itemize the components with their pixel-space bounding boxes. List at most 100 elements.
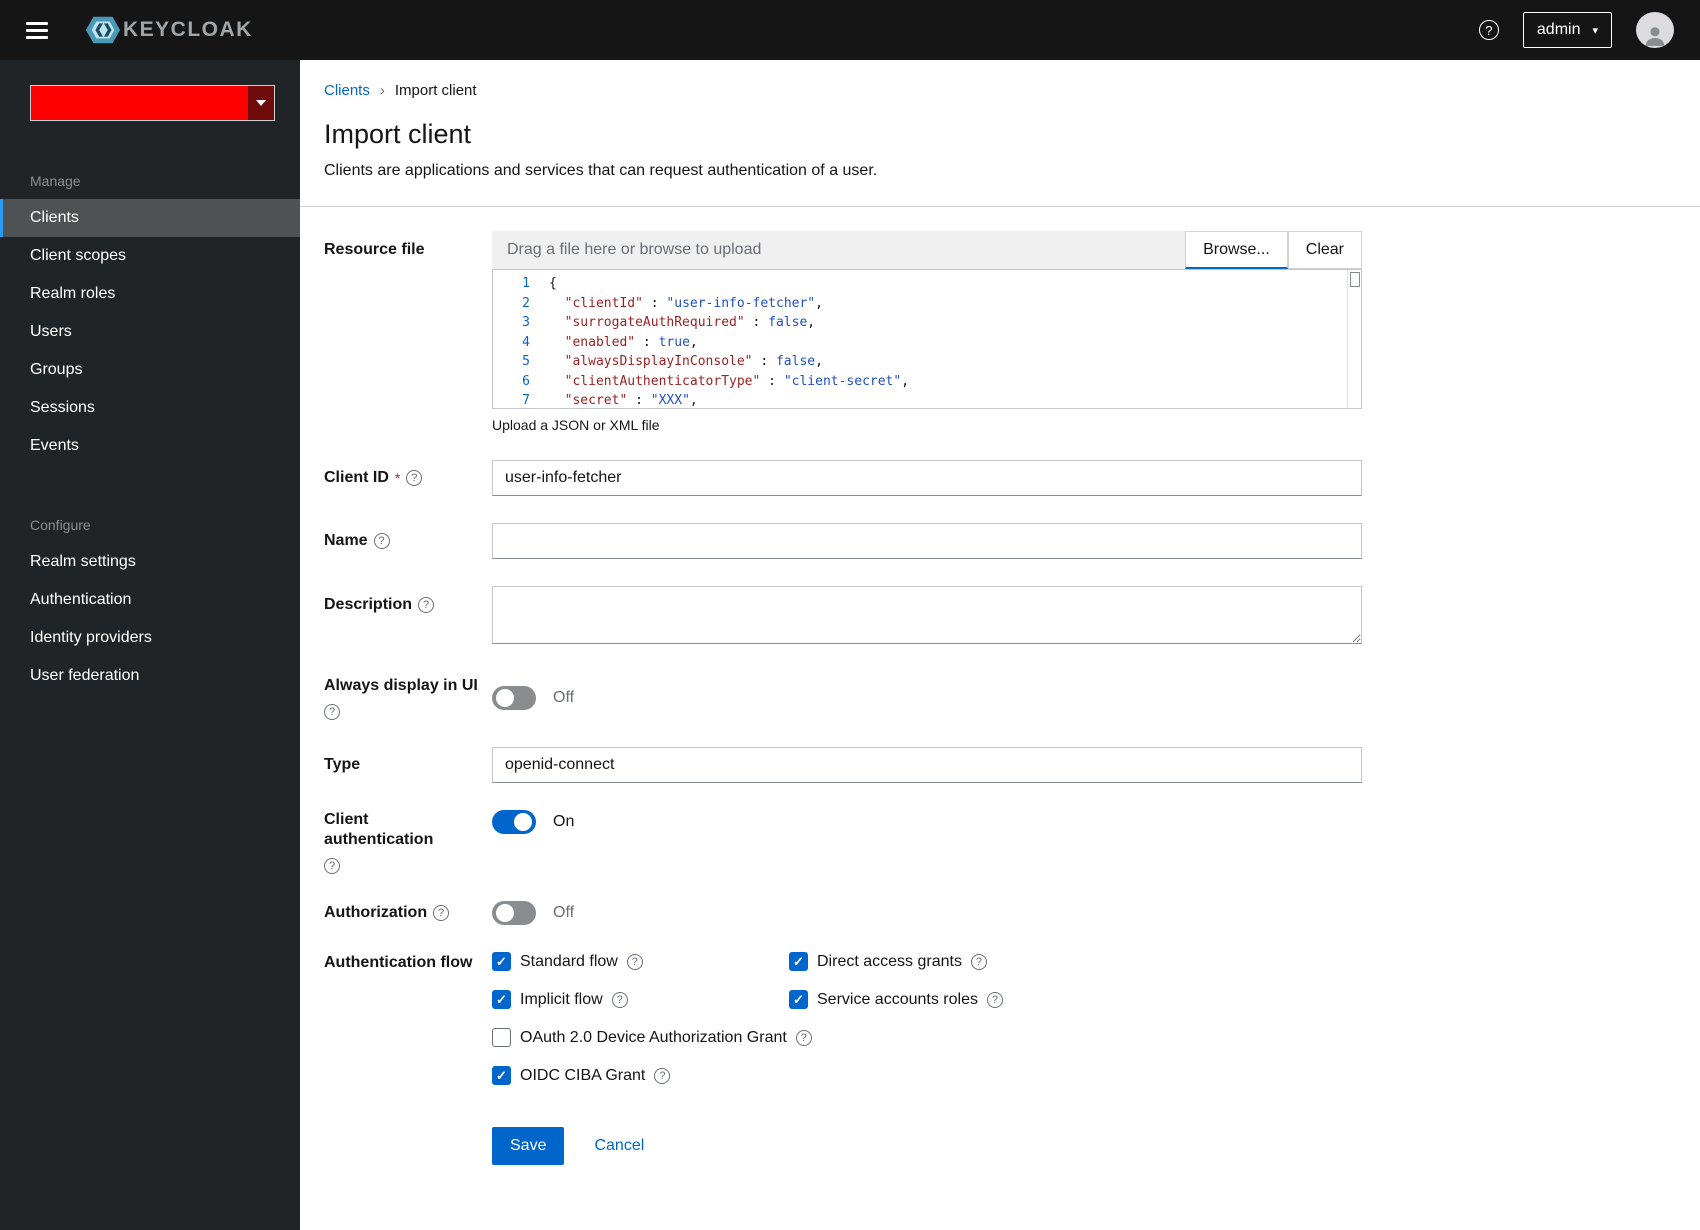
toggle-state-label: On	[553, 813, 575, 830]
nav-toggle-button[interactable]	[18, 10, 58, 50]
sidebar-item-events[interactable]: Events	[0, 427, 300, 465]
always-display-toggle[interactable]	[492, 686, 536, 710]
checkbox-service-accounts-roles[interactable]: ✓ Service accounts roles?	[789, 990, 1003, 1009]
user-name: admin	[1536, 21, 1581, 38]
sidebar-item-users[interactable]: Users	[0, 313, 300, 351]
checkbox-standard-flow[interactable]: ✓ Standard flow?	[492, 952, 643, 971]
sidebar-item-client-scopes[interactable]: Client scopes	[0, 237, 300, 275]
help-icon[interactable]: ?	[1478, 20, 1499, 40]
sidebar-item-clients[interactable]: Clients	[0, 199, 300, 237]
help-icon[interactable]: ?	[970, 953, 987, 970]
code-gutter: 1 2 3 4 5 6 7	[493, 270, 539, 408]
realm-selector[interactable]	[30, 85, 275, 121]
description-label-cell: Description ?	[324, 586, 492, 615]
keycloak-logo: KEYCLOAK	[84, 11, 253, 49]
sidebar-item-groups[interactable]: Groups	[0, 351, 300, 389]
sidebar-item-authentication[interactable]: Authentication	[0, 581, 300, 619]
person-icon	[1645, 27, 1665, 46]
code-lines[interactable]: { "clientId" : "user-info-fetcher", "sur…	[539, 270, 1347, 408]
line-number: 3	[522, 315, 530, 330]
sidebar-item-realm-roles[interactable]: Realm roles	[0, 275, 300, 313]
clear-button[interactable]: Clear	[1287, 231, 1362, 269]
code-editor[interactable]: 1 2 3 4 5 6 7 { "clientId" : "user-info-fetche…	[492, 269, 1362, 409]
client-authentication-label: Client authentication	[324, 811, 434, 848]
client-id-row: Client ID * ?	[324, 460, 1676, 496]
help-icon[interactable]: ?	[654, 1067, 671, 1084]
help-icon[interactable]: ?	[611, 991, 628, 1008]
brand-wordmark: KEYCLOAK	[123, 18, 253, 41]
client-id-input[interactable]	[492, 460, 1362, 496]
sidebar-item-identity-providers[interactable]: Identity providers	[0, 619, 300, 657]
checkbox-oidc-ciba-grant[interactable]: ✓ OIDC CIBA Grant?	[492, 1066, 671, 1085]
code-line: "clientId" : "user-info-fetcher",	[564, 295, 823, 311]
keycloak-shield-icon	[85, 16, 121, 44]
help-icon[interactable]: ?	[626, 953, 643, 970]
nav-section-manage: Manage Clients Client scopes Realm roles Use…	[0, 173, 300, 465]
breadcrumb-current: Import client	[394, 82, 477, 99]
scrollbar-thumb[interactable]	[1349, 272, 1360, 287]
user-menu-dropdown[interactable]: admin ▾	[1522, 12, 1612, 48]
upload-hint: Upload a JSON or XML file	[492, 417, 660, 433]
nav-section-configure: Configure Realm settings Authentication Ide…	[0, 517, 300, 695]
authentication-flow-label: Authentication flow	[324, 954, 473, 971]
checkbox-label: OAuth 2.0 Device Authorization Grant	[520, 1028, 787, 1046]
checkbox-direct-access-grants[interactable]: ✓ Direct access grants?	[789, 952, 987, 971]
cancel-button[interactable]: Cancel	[594, 1137, 644, 1155]
line-number: 4	[522, 334, 530, 350]
hamburger-icon	[26, 21, 48, 25]
chevron-right-icon: ›	[379, 82, 385, 99]
type-label: Type	[324, 756, 361, 773]
help-icon[interactable]: ?	[373, 533, 390, 549]
authorization-toggle[interactable]	[492, 901, 536, 925]
browse-button[interactable]: Browse...	[1185, 231, 1288, 269]
realm-caret-button[interactable]	[248, 86, 274, 120]
nav-section-title: Manage	[30, 173, 81, 189]
page-title: Import client	[324, 119, 472, 149]
line-number: 7	[522, 393, 530, 408]
resource-file-row: Resource file Browse... Clear 1 2 3 4 5 6 7 { …	[324, 231, 1676, 433]
checkbox-checked[interactable]: ✓	[492, 990, 511, 1009]
name-label-cell: Name ?	[324, 531, 492, 551]
resource-file-label: Resource file	[324, 241, 425, 258]
help-icon[interactable]: ?	[795, 1029, 812, 1046]
type-input[interactable]	[492, 747, 1362, 783]
help-icon[interactable]: ?	[324, 704, 340, 720]
checkbox-checked[interactable]: ✓	[492, 952, 511, 971]
toggle-state-label: Off	[553, 904, 575, 921]
file-upload-filename-input[interactable]	[492, 231, 1186, 269]
page-header: Clients › Import client Import client Cl…	[300, 60, 1700, 207]
help-icon[interactable]: ?	[406, 470, 423, 486]
sidebar-item-user-federation[interactable]: User federation	[0, 657, 300, 695]
resource-file-label-cell: Resource file	[324, 231, 492, 260]
topbar: KEYCLOAK ? admin ▾	[0, 0, 1700, 60]
client-id-label: Client ID	[324, 469, 389, 486]
page-subtitle: Clients are applications and services th…	[324, 162, 878, 179]
always-display-label: Always display in UI	[324, 677, 478, 694]
checkbox-checked[interactable]: ✓	[492, 1066, 511, 1085]
checkbox-checked[interactable]: ✓	[789, 952, 808, 971]
type-label-cell: Type	[324, 755, 492, 775]
help-icon[interactable]: ?	[418, 597, 435, 613]
help-icon[interactable]: ?	[433, 905, 450, 921]
client-authentication-label-cell: Client authentication ?	[324, 810, 492, 874]
checkbox-unchecked[interactable]	[492, 1028, 511, 1047]
name-input[interactable]	[492, 523, 1362, 559]
checkbox-implicit-flow[interactable]: ✓ Implicit flow?	[492, 990, 628, 1009]
sidebar-item-realm-settings[interactable]: Realm settings	[0, 543, 300, 581]
sidebar-item-sessions[interactable]: Sessions	[0, 389, 300, 427]
line-number: 1	[522, 276, 530, 291]
client-authentication-toggle[interactable]	[492, 810, 536, 834]
description-textarea[interactable]	[492, 586, 1362, 644]
help-icon[interactable]: ?	[324, 858, 340, 874]
avatar[interactable]	[1636, 12, 1674, 48]
authentication-flow-row: Authentication flow ✓ Standard flow? ✓ Dire…	[324, 952, 1676, 1085]
breadcrumb-clients-link[interactable]: Clients	[324, 82, 370, 99]
client-authentication-row: Client authentication ? On	[324, 810, 1676, 874]
checkbox-oauth-2-0-device-authorization-grant[interactable]: OAuth 2.0 Device Authorization Grant?	[492, 1028, 812, 1047]
code-scrollbar[interactable]	[1347, 270, 1361, 408]
sidebar: Manage Clients Client scopes Realm roles Use…	[0, 60, 300, 1230]
help-icon[interactable]: ?	[986, 991, 1003, 1008]
save-button[interactable]: Save	[492, 1127, 565, 1165]
checkbox-checked[interactable]: ✓	[789, 990, 808, 1009]
breadcrumb: Clients › Import client	[324, 82, 1676, 99]
